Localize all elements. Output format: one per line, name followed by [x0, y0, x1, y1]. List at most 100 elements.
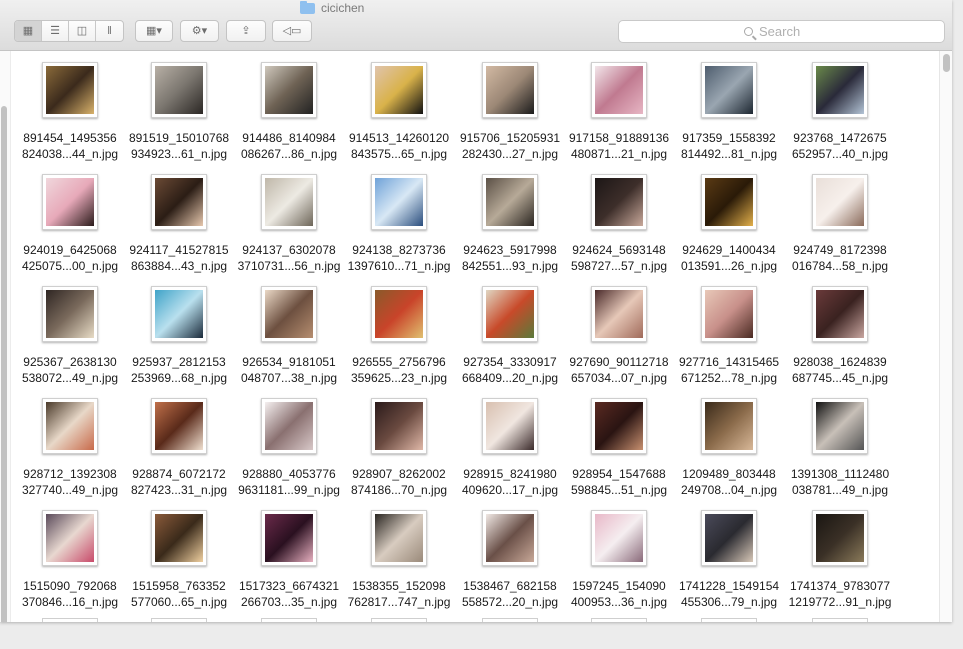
vertical-scrollbar[interactable] — [939, 51, 952, 622]
file-name[interactable]: 928874_6072172 827423...31_n.jpg — [131, 466, 227, 498]
file-item[interactable]: 925367_2638130 538072...49_n.jpg — [15, 286, 125, 386]
partial-thumbnail[interactable] — [261, 618, 317, 622]
file-name[interactable]: 917359_1558392 814492...81_n.jpg — [681, 130, 777, 162]
file-thumbnail[interactable] — [482, 510, 538, 566]
file-name[interactable]: 1517323_6674321 266703...35_n.jpg — [239, 578, 339, 610]
file-thumbnail[interactable] — [591, 174, 647, 230]
file-name[interactable]: 1597245_154090 400953...36_n.jpg — [571, 578, 667, 610]
file-name[interactable]: 924624_5693148 598727...57_n.jpg — [571, 242, 667, 274]
file-thumbnail[interactable] — [701, 174, 757, 230]
file-item[interactable]: 926555_2756796 359625...23_n.jpg — [344, 286, 454, 386]
file-item[interactable]: 914513_14260120 843575...65_n.jpg — [344, 62, 454, 162]
partial-thumbnail[interactable] — [42, 618, 98, 622]
file-item[interactable]: 924749_8172398 016784...58_n.jpg — [785, 174, 895, 274]
file-item[interactable]: 1538467_682158 558572...20_n.jpg — [455, 510, 565, 610]
file-name[interactable]: 927354_3330917 668409...20_n.jpg — [462, 354, 558, 386]
file-item[interactable]: 928880_4053776 9631181...99_n.jpg — [234, 398, 344, 498]
file-item[interactable]: 927690_90112718 657034...07_n.jpg — [564, 286, 674, 386]
file-thumbnail[interactable] — [701, 510, 757, 566]
file-item[interactable]: 924138_8273736 1397610...71_n.jpg — [344, 174, 454, 274]
partial-thumbnail[interactable] — [151, 618, 207, 622]
file-item[interactable]: 924117_41527815 863884...43_n.jpg — [124, 174, 234, 274]
file-name[interactable]: 924117_41527815 863884...43_n.jpg — [129, 242, 228, 274]
list-view-button[interactable]: ☰ — [42, 21, 69, 41]
file-thumbnail[interactable] — [42, 510, 98, 566]
partial-thumbnail[interactable] — [812, 618, 868, 622]
file-item[interactable]: 926534_9181051 048707...38_n.jpg — [234, 286, 344, 386]
file-thumbnail[interactable] — [812, 510, 868, 566]
column-view-button[interactable]: ◫ — [69, 21, 96, 41]
file-thumbnail[interactable] — [261, 286, 317, 342]
file-name[interactable]: 928915_8241980 409620...17_n.jpg — [462, 466, 558, 498]
file-thumbnail[interactable] — [371, 398, 427, 454]
cover-flow-button[interactable]: ‖ — [96, 21, 123, 41]
file-thumbnail[interactable] — [261, 174, 317, 230]
file-thumbnail[interactable] — [482, 174, 538, 230]
share-button[interactable]: ⇪ — [226, 20, 266, 42]
file-thumbnail[interactable] — [371, 62, 427, 118]
file-item[interactable]: 928874_6072172 827423...31_n.jpg — [124, 398, 234, 498]
file-name[interactable]: 924623_5917998 842551...93_n.jpg — [462, 242, 558, 274]
file-thumbnail[interactable] — [591, 398, 647, 454]
file-item[interactable]: 917359_1558392 814492...81_n.jpg — [674, 62, 784, 162]
file-thumbnail[interactable] — [812, 398, 868, 454]
file-thumbnail[interactable] — [151, 286, 207, 342]
file-name[interactable]: 928907_8262002 874186...70_n.jpg — [351, 466, 447, 498]
partial-thumbnail[interactable] — [701, 618, 757, 622]
file-name[interactable]: 926534_9181051 048707...38_n.jpg — [241, 354, 337, 386]
file-item[interactable]: 925937_2812153 253969...68_n.jpg — [124, 286, 234, 386]
file-thumbnail[interactable] — [482, 62, 538, 118]
file-thumbnail[interactable] — [261, 62, 317, 118]
file-item[interactable]: 1597245_154090 400953...36_n.jpg — [564, 510, 674, 610]
file-item[interactable]: 928915_8241980 409620...17_n.jpg — [455, 398, 565, 498]
partial-thumbnail[interactable] — [591, 618, 647, 622]
file-thumbnail[interactable] — [42, 174, 98, 230]
file-item[interactable]: 914486_8140984 086267...86_n.jpg — [234, 62, 344, 162]
file-item[interactable]: 924019_6425068 425075...00_n.jpg — [15, 174, 125, 274]
search-field[interactable] — [618, 20, 945, 43]
partial-thumbnail[interactable] — [482, 618, 538, 622]
file-name[interactable]: 925367_2638130 538072...49_n.jpg — [22, 354, 118, 386]
file-item[interactable]: 928954_1547688 598845...51_n.jpg — [564, 398, 674, 498]
file-name[interactable]: 924629_1400434 013591...26_n.jpg — [681, 242, 777, 274]
file-item[interactable]: 924137_6302078 3710731...56_n.jpg — [234, 174, 344, 274]
file-name[interactable]: 924019_6425068 425075...00_n.jpg — [22, 242, 118, 274]
sidebar-scrollbar[interactable] — [1, 106, 7, 622]
file-thumbnail[interactable] — [151, 62, 207, 118]
scrollbar-thumb[interactable] — [943, 54, 950, 72]
file-item[interactable]: 891454_1495356 824038...44_n.jpg — [15, 62, 125, 162]
file-thumbnail[interactable] — [591, 510, 647, 566]
file-item[interactable]: 923768_1472675 652957...40_n.jpg — [785, 62, 895, 162]
file-thumbnail[interactable] — [482, 398, 538, 454]
file-item[interactable]: 1538355_152098 762817...747_n.jpg — [344, 510, 454, 610]
file-thumbnail[interactable] — [261, 510, 317, 566]
file-name[interactable]: 928038_1624839 687745...45_n.jpg — [792, 354, 888, 386]
file-thumbnail[interactable] — [42, 398, 98, 454]
file-name[interactable]: 1741374_9783077 1219772...91_n.jpg — [789, 578, 892, 610]
action-button[interactable]: ⚙▾ — [180, 20, 219, 42]
file-item[interactable]: 1515958_763352 577060...65_n.jpg — [124, 510, 234, 610]
file-name[interactable]: 891519_15010768 934923...61_n.jpg — [129, 130, 229, 162]
file-name[interactable]: 891454_1495356 824038...44_n.jpg — [22, 130, 118, 162]
file-item[interactable]: 1391308_1112480 038781...49_n.jpg — [785, 398, 895, 498]
file-name[interactable]: 923768_1472675 652957...40_n.jpg — [792, 130, 888, 162]
file-name[interactable]: 924137_6302078 3710731...56_n.jpg — [238, 242, 341, 274]
arrange-button[interactable]: ▦▾ — [135, 20, 173, 42]
file-name[interactable]: 914486_8140984 086267...86_n.jpg — [241, 130, 337, 162]
file-item[interactable]: 924629_1400434 013591...26_n.jpg — [674, 174, 784, 274]
file-item[interactable]: 928038_1624839 687745...45_n.jpg — [785, 286, 895, 386]
file-thumbnail[interactable] — [812, 174, 868, 230]
file-item[interactable]: 1515090_792068 370846...16_n.jpg — [15, 510, 125, 610]
file-thumbnail[interactable] — [591, 286, 647, 342]
file-item[interactable]: 1517323_6674321 266703...35_n.jpg — [234, 510, 344, 610]
file-thumbnail[interactable] — [591, 62, 647, 118]
file-item[interactable]: 928712_1392308 327740...49_n.jpg — [15, 398, 125, 498]
file-name[interactable]: 1391308_1112480 038781...49_n.jpg — [791, 466, 889, 498]
file-item[interactable]: 1209489_803448 249708...04_n.jpg — [674, 398, 784, 498]
file-thumbnail[interactable] — [42, 62, 98, 118]
file-name[interactable]: 1209489_803448 249708...04_n.jpg — [681, 466, 777, 498]
file-name[interactable]: 1515090_792068 370846...16_n.jpg — [22, 578, 118, 610]
file-thumbnail[interactable] — [701, 286, 757, 342]
file-name[interactable]: 1538355_152098 762817...747_n.jpg — [348, 578, 451, 610]
file-name[interactable]: 914513_14260120 843575...65_n.jpg — [349, 130, 449, 162]
